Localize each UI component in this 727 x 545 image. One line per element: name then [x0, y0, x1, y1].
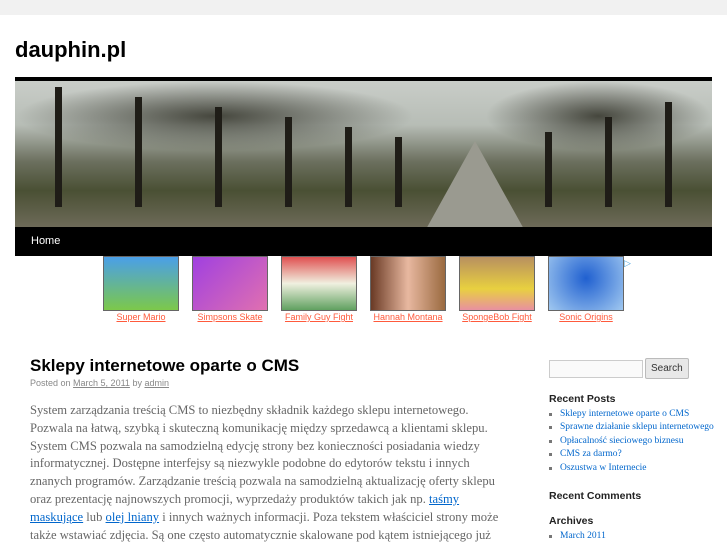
list-item: Oszustwa w Internecie	[549, 462, 719, 475]
ad-item: Family Guy Fight	[281, 256, 370, 322]
archives-title: Archives	[549, 515, 594, 528]
search-form: Search	[549, 358, 719, 379]
recent-post-link[interactable]: Sklepy internetowe oparte o CMS	[560, 409, 689, 419]
post-content: System zarządzania treścią CMS to niezbę…	[30, 402, 505, 544]
post-title[interactable]: Sklepy internetowe oparte o CMS	[30, 356, 299, 376]
author-link[interactable]: admin	[144, 378, 169, 388]
ad-thumbnail[interactable]	[459, 256, 535, 311]
list-item: Sklepy internetowe oparte o CMS	[549, 408, 719, 421]
page-wrapper: dauphin.pl Home Super Mario Simpsons Ska…	[0, 15, 727, 545]
list-item: Sprawne działanie sklepu internetowego	[549, 421, 719, 434]
list-item: Opłacalność sieciowego biznesu	[549, 435, 719, 448]
ad-link[interactable]: Simpsons Skate	[192, 312, 268, 322]
recent-posts-list: Sklepy internetowe oparte o CMS Sprawne …	[549, 408, 719, 475]
ad-link[interactable]: Family Guy Fight	[281, 312, 357, 322]
archive-link[interactable]: March 2011	[560, 531, 606, 541]
list-item: CMS za darmo?	[549, 448, 719, 461]
recent-posts-title: Recent Posts	[549, 393, 616, 405]
ad-link[interactable]: SpongeBob Fight	[459, 312, 535, 322]
menu-item-home[interactable]: Home	[15, 227, 76, 255]
ad-item: Super Mario	[103, 256, 192, 322]
search-button[interactable]: Search	[645, 358, 689, 379]
ad-thumbnail[interactable]	[103, 256, 179, 311]
link-olej-lniany[interactable]: olej lniany	[106, 510, 160, 524]
recent-comments-title: Recent Comments	[549, 490, 642, 503]
recent-post-link[interactable]: Opłacalność sieciowego biznesu	[560, 436, 683, 446]
ad-link[interactable]: Super Mario	[103, 312, 179, 322]
ad-item: Simpsons Skate	[192, 256, 281, 322]
by-label: by	[132, 378, 142, 388]
posted-on-label: Posted on	[30, 378, 71, 388]
sidebar: Search Recent Posts Sklepy internetowe o…	[549, 358, 719, 543]
main-menu: Home	[15, 227, 712, 256]
post-text: lub	[83, 509, 106, 524]
ad-link[interactable]: Sonic Origins	[548, 312, 624, 322]
recent-post-link[interactable]: CMS za darmo?	[560, 449, 622, 459]
recent-post-link[interactable]: Sprawne działanie sklepu internetowego	[560, 422, 714, 432]
ad-link[interactable]: Hannah Montana	[370, 312, 446, 322]
ad-thumbnail[interactable]	[192, 256, 268, 311]
post-date-link[interactable]: March 5, 2011	[73, 378, 130, 388]
post-meta: Posted on March 5, 2011 by admin	[30, 378, 169, 388]
header-image	[15, 77, 712, 227]
post-text: System zarządzania treścią CMS to niezbę…	[30, 403, 495, 506]
ad-thumbnail[interactable]	[370, 256, 446, 311]
recent-post-link[interactable]: Oszustwa w Internecie	[560, 463, 647, 473]
game-ads: Super Mario Simpsons Skate Family Guy Fi…	[103, 256, 637, 322]
ad-item: SpongeBob Fight	[459, 256, 548, 322]
adchoices-icon[interactable]: ▷	[624, 258, 631, 269]
search-input[interactable]	[549, 359, 643, 378]
site-title[interactable]: dauphin.pl	[15, 37, 126, 63]
archives-list: March 2011	[549, 530, 719, 543]
list-item: March 2011	[549, 530, 719, 543]
ad-thumbnail[interactable]	[281, 256, 357, 311]
ad-thumbnail[interactable]	[548, 256, 624, 311]
ad-item: Hannah Montana	[370, 256, 459, 322]
